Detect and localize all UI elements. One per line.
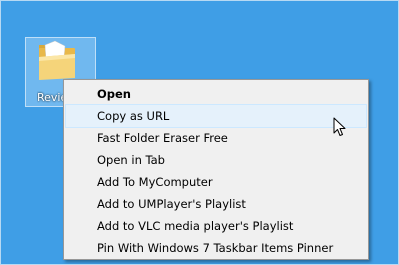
menu-item-add-to-vlc-playlist[interactable]: Add to VLC media player's Playlist [66, 215, 366, 237]
context-menu: Open Copy as URL Fast Folder Eraser Free… [63, 79, 369, 260]
menu-item-open[interactable]: Open [66, 83, 366, 105]
menu-item-fast-folder-eraser-free[interactable]: Fast Folder Eraser Free [66, 127, 366, 149]
menu-item-add-to-mycomputer[interactable]: Add To MyComputer [66, 171, 366, 193]
menu-item-copy-as-url[interactable]: Copy as URL [65, 104, 367, 128]
menu-item-open-in-tab[interactable]: Open in Tab [66, 149, 366, 171]
menu-item-add-to-umplayer-playlist[interactable]: Add to UMPlayer's Playlist [66, 193, 366, 215]
folder-icon [39, 40, 75, 80]
menu-item-pin-with-taskbar-pinner[interactable]: Pin With Windows 7 Taskbar Items Pinner [66, 237, 366, 259]
mouse-pointer-icon [333, 117, 346, 136]
